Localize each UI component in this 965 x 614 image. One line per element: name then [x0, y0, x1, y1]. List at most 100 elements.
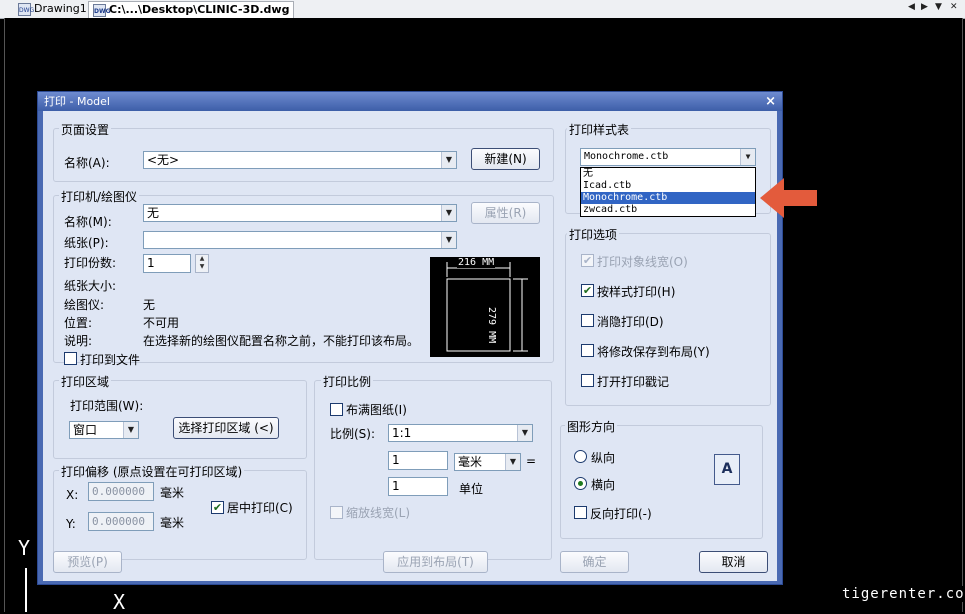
- scale-lineweights-checkbox[interactable]: [330, 506, 343, 519]
- annotation-arrow-icon: [760, 178, 817, 218]
- center-plot-checkbox[interactable]: ✔: [211, 501, 224, 514]
- tab-label: Drawing1: [34, 2, 87, 15]
- dwg-file-icon: DWG: [18, 2, 34, 16]
- printer-name-select[interactable]: 无 ▼: [143, 204, 457, 222]
- plotter-label: 绘图仪:: [64, 298, 105, 312]
- page-setup-name-select[interactable]: <无> ▼: [143, 151, 457, 169]
- preview-width-label: 216 MM: [457, 257, 496, 268]
- plot-dialog: 打印 - Model × 页面设置 名称(A): <无> ▼ 新建(N) 打印机…: [37, 91, 817, 585]
- dwg-file-icon: DWG: [93, 3, 111, 17]
- scale-label: 比例(S):: [330, 427, 376, 441]
- ucs-y-axis-label: Y: [18, 536, 31, 560]
- plot-style-option-highlighted[interactable]: Monochrome.ctb: [581, 192, 755, 204]
- tab-next-icon[interactable]: ▶: [921, 2, 928, 12]
- tab-prev-icon[interactable]: ◀: [908, 2, 915, 12]
- copies-input[interactable]: 1: [143, 254, 191, 273]
- tab-clinic-3d[interactable]: DWG C:\...\Desktop\CLINIC-3D.dwg: [88, 1, 295, 18]
- hide-plot-label: 消隐打印(D): [597, 315, 664, 329]
- plot-range-select[interactable]: 窗口 ▼: [69, 421, 139, 439]
- save-to-layout-checkbox[interactable]: [581, 344, 594, 357]
- plot-stamp-checkbox[interactable]: [581, 374, 594, 387]
- preview-height-label: 279 MM: [486, 307, 497, 344]
- cancel-button[interactable]: 取消: [699, 551, 768, 573]
- drawing-units-label: 单位: [459, 482, 484, 496]
- plot-with-styles-checkbox[interactable]: ✔: [581, 284, 594, 297]
- plot-stamp-label: 打开打印戳记: [597, 375, 670, 389]
- paper-size-label: 纸张大小:: [64, 279, 117, 293]
- tab-label: C:\...\Desktop\CLINIC-3D.dwg: [109, 3, 290, 16]
- new-page-setup-button[interactable]: 新建(N): [471, 148, 540, 170]
- plot-style-table-title: 打印样式表: [567, 121, 632, 138]
- scale-select[interactable]: 1:1 ▼: [388, 424, 533, 442]
- dialog-client: 页面设置 名称(A): <无> ▼ 新建(N) 打印机/绘图仪 名称(M): 无…: [43, 111, 817, 581]
- printer-title: 打印机/绘图仪: [59, 188, 140, 205]
- hide-plot-checkbox[interactable]: [581, 314, 594, 327]
- page-setup-name-value: <无>: [147, 153, 180, 167]
- plotter-value: 无: [143, 298, 156, 312]
- plot-lineweights-checkbox[interactable]: ✔: [581, 254, 594, 267]
- fit-to-paper-checkbox[interactable]: [330, 403, 343, 416]
- plot-with-styles-label: 按样式打印(H): [597, 285, 676, 299]
- tab-drawing1[interactable]: DWG Drawing1: [18, 1, 87, 17]
- scale-unit-value: 毫米: [458, 455, 483, 469]
- offset-y-label: Y:: [66, 517, 76, 531]
- close-icon[interactable]: ×: [765, 93, 776, 110]
- offset-x-input[interactable]: 0.000000: [88, 482, 154, 501]
- landscape-label: 横向: [591, 478, 616, 492]
- paper-preview: 216 MM 279 MM: [430, 257, 540, 357]
- offset-x-label: X:: [66, 488, 79, 502]
- watermark: tigerenter.co: [842, 586, 965, 602]
- orientation-icon: A: [714, 454, 740, 485]
- landscape-radio[interactable]: [574, 477, 587, 490]
- plot-style-option[interactable]: Icad.ctb: [581, 180, 755, 192]
- location-label: 位置:: [64, 316, 93, 330]
- scale-value: 1:1: [392, 426, 412, 440]
- plot-style-option[interactable]: 无: [581, 168, 755, 180]
- plot-range-label: 打印范围(W):: [70, 399, 144, 413]
- chevron-down-icon: ▼: [441, 205, 456, 221]
- tab-close-icon[interactable]: ✕: [950, 2, 958, 12]
- printer-name-value: 无: [147, 206, 160, 220]
- properties-button[interactable]: 属性(R): [471, 202, 540, 224]
- paper-select[interactable]: ▼: [143, 231, 457, 249]
- tab-menu-icon[interactable]: ▼: [935, 2, 942, 12]
- tab-bar: DWG Drawing1 DWG C:\...\Desktop\CLINIC-3…: [0, 0, 965, 19]
- page-setup-name-label: 名称(A):: [64, 156, 110, 170]
- scale-paper-units-input[interactable]: 1: [388, 451, 448, 470]
- dialog-title: 打印 - Model: [44, 95, 110, 108]
- offset-x-unit: 毫米: [160, 486, 185, 500]
- apply-to-layout-button[interactable]: 应用到布局(T): [383, 551, 488, 573]
- chevron-down-icon: ▼: [441, 232, 456, 248]
- printer-name-label: 名称(M):: [64, 215, 112, 229]
- scale-drawing-units-input[interactable]: 1: [388, 477, 448, 496]
- ok-button[interactable]: 确定: [560, 551, 629, 573]
- scale-lineweights-label: 缩放线宽(L): [346, 506, 411, 520]
- portrait-radio[interactable]: [574, 450, 587, 463]
- scale-unit-select[interactable]: 毫米 ▼: [454, 453, 521, 471]
- orientation-title: 图形方向: [565, 418, 618, 435]
- center-plot-label: 居中打印(C): [227, 501, 293, 515]
- description-value: 在选择新的绘图仪配置名称之前，不能打印该布局。: [143, 334, 420, 348]
- description-label: 说明:: [64, 334, 93, 348]
- plot-range-value: 窗口: [73, 423, 98, 437]
- reverse-plot-label: 反向打印(-): [590, 507, 652, 521]
- page-setup-title: 页面设置: [59, 121, 112, 138]
- print-to-file-checkbox[interactable]: [64, 352, 77, 365]
- offset-y-input[interactable]: 0.000000: [88, 512, 154, 531]
- ucs-y-axis-line: [25, 568, 27, 612]
- equals-sign: =: [526, 454, 537, 468]
- plot-style-option[interactable]: zwcad.ctb: [581, 204, 755, 216]
- plot-style-select[interactable]: Monochrome.ctb ▼: [580, 148, 756, 166]
- chevron-down-icon: ▼: [441, 152, 456, 168]
- reverse-plot-checkbox[interactable]: [574, 506, 587, 519]
- chevron-down-icon: ▼: [740, 149, 755, 165]
- chevron-down-icon: ▼: [505, 454, 520, 470]
- dialog-title-bar[interactable]: 打印 - Model ×: [38, 92, 782, 111]
- chevron-down-icon: ▼: [123, 422, 138, 438]
- select-plot-area-button[interactable]: 选择打印区域 (<): [173, 417, 279, 439]
- ucs-x-axis-label: X: [113, 590, 126, 614]
- preview-button[interactable]: 预览(P): [53, 551, 122, 573]
- copies-label: 打印份数:: [64, 256, 117, 270]
- copies-stepper[interactable]: ▲ ▼: [195, 254, 209, 273]
- plot-style-value: Monochrome.ctb: [584, 151, 669, 162]
